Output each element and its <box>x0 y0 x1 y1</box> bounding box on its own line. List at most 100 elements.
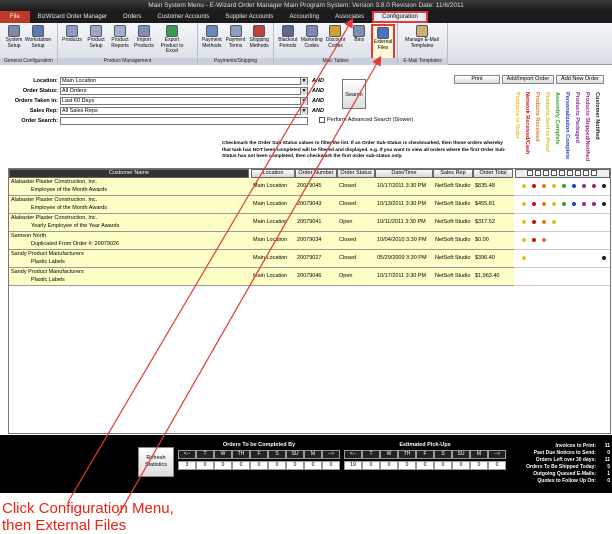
search-button[interactable]: Search <box>342 79 366 109</box>
col-customer-name[interactable]: Customer Name <box>9 169 249 178</box>
substatus-col: Products to Order <box>514 92 522 172</box>
day-label: SU <box>452 450 470 459</box>
table-row[interactable]: Alabaster Plaster Construction, Inc. Empl… <box>9 178 514 196</box>
day-count[interactable]: 0 <box>268 461 286 470</box>
and-label: AND <box>312 97 324 104</box>
substatus-dot <box>532 238 536 242</box>
add-import-order-button[interactable]: Add/Import Order <box>502 75 554 84</box>
orders-taken-label: Orders Taken in: <box>14 97 58 104</box>
stat-row[interactable]: Orders To Be Shipped Today: 5 <box>500 464 610 471</box>
orders-taken-select[interactable]: Last 60 Days ▼ <box>60 96 308 105</box>
table-row[interactable]: Samson North Duplicated From Order #: 200… <box>9 232 514 250</box>
order-description: Duplicated From Order #: 20079026 <box>31 241 120 247</box>
col-order-total[interactable]: Order Total <box>473 169 513 178</box>
table-row[interactable]: Alabaster Plaster Construction, Inc. Year… <box>9 214 514 232</box>
day-count[interactable]: 0 <box>250 461 268 470</box>
order-status-value: All Orders <box>62 87 87 94</box>
cell-order: 20079046 <box>297 273 322 279</box>
table-row[interactable]: Sandy Product Manufacturers Plastic Label… <box>9 250 514 268</box>
day-count[interactable]: 0 <box>286 461 304 470</box>
substatus-checkbox[interactable] <box>550 170 557 176</box>
day-count[interactable]: 0 <box>434 461 452 470</box>
substatus-checkbox[interactable] <box>526 170 533 176</box>
order-status-row: Order Status: All Orders ▼ AND <box>0 86 324 95</box>
refresh-statistics-button[interactable]: Refresh Statistics <box>138 447 174 477</box>
day-label: TH <box>232 450 250 459</box>
week-header: <-- T W TH F S SU M --> <box>178 450 340 459</box>
next-week-button[interactable]: --> <box>322 450 340 459</box>
prev-week-button[interactable]: <-- <box>344 450 362 459</box>
advanced-search-option[interactable]: Perform Advanced Search (Slower) <box>319 117 413 123</box>
location-value: Main Location <box>62 77 97 84</box>
day-count[interactable]: 0 <box>322 461 340 470</box>
day-count[interactable]: 0 <box>398 461 416 470</box>
blackout-periods-label: Blackout Periods <box>278 37 298 49</box>
order-status-select[interactable]: All Orders ▼ <box>60 86 308 95</box>
table-row[interactable]: Alabaster Plaster Construction, Inc. Empl… <box>9 196 514 214</box>
chevron-down-icon[interactable]: ▼ <box>300 97 307 105</box>
truck-icon <box>253 25 266 37</box>
stat-row[interactable]: Outgoing Queued E-Mails: 1 <box>500 471 610 478</box>
substatus-checkbox[interactable] <box>534 170 541 176</box>
day-count[interactable]: 0 <box>416 461 434 470</box>
cell-location: Main Location <box>253 183 288 189</box>
col-order-number[interactable]: Order Number <box>295 169 337 178</box>
substatus-checkbox[interactable] <box>542 170 549 176</box>
pickups-panel: Estimated Pick-Ups <-- T W TH F S SU M --> 19 0 0 0… <box>344 442 506 470</box>
add-new-order-button[interactable]: Add New Order <box>556 75 604 84</box>
sales-rep-row: Sales Rep: All Sales Reps ▼ AND <box>0 106 324 115</box>
group-label: E-Mail Templates <box>398 58 447 65</box>
substatus-checkbox[interactable] <box>574 170 581 176</box>
menu-associates[interactable]: Associates <box>327 11 372 23</box>
chevron-down-icon[interactable]: ▼ <box>300 107 307 115</box>
discount-codes-label: Discount Codes <box>325 37 346 49</box>
day-count[interactable]: 0 <box>452 461 470 470</box>
day-count[interactable]: 0 <box>380 461 398 470</box>
day-count[interactable]: 0 <box>214 461 232 470</box>
prev-week-button[interactable]: <-- <box>178 450 196 459</box>
day-count[interactable]: 19 <box>344 461 362 470</box>
substatus-checkbox[interactable] <box>582 170 589 176</box>
day-count[interactable]: 0 <box>304 461 322 470</box>
day-count[interactable]: 0 <box>196 461 214 470</box>
stat-row[interactable]: Invoices to Print: 11 <box>500 443 610 450</box>
advanced-search-checkbox[interactable] <box>319 117 325 123</box>
print-button[interactable]: Print <box>454 75 500 84</box>
location-label: Location: <box>33 77 58 84</box>
substatus-dot <box>532 202 536 206</box>
menu-configuration[interactable]: Configuration <box>372 11 428 23</box>
menu-customer-accounts[interactable]: Customer Accounts <box>149 11 217 23</box>
col-date-time[interactable]: Date/Time <box>375 169 433 178</box>
stat-label: Outgoing Queued E-Mails: <box>533 471 596 477</box>
menu-file[interactable]: File <box>0 11 30 23</box>
menu-supplier-accounts[interactable]: Supplier Accounts <box>217 11 281 23</box>
sales-rep-select[interactable]: All Sales Reps ▼ <box>60 106 308 115</box>
substatus-dot <box>582 184 586 188</box>
order-search-input[interactable] <box>60 116 308 125</box>
orders-taken-row: Orders Taken in: Last 60 Days ▼ AND <box>0 96 324 105</box>
chevron-down-icon[interactable]: ▼ <box>300 77 307 85</box>
table-row[interactable]: Sandy Product Manufacturers Plastic Label… <box>9 268 514 286</box>
col-order-status[interactable]: Order Status <box>337 169 375 178</box>
substatus-checkbox[interactable] <box>558 170 565 176</box>
substatus-dot <box>522 220 526 224</box>
menu-orders[interactable]: Orders <box>115 11 149 23</box>
day-count[interactable]: 3 <box>178 461 196 470</box>
stat-row[interactable]: Past Due Notices to Send: 0 <box>500 450 610 457</box>
day-count[interactable]: 0 <box>232 461 250 470</box>
menu-accounting[interactable]: Accounting <box>281 11 327 23</box>
col-sales-rep[interactable]: Sales Rep <box>433 169 473 178</box>
stat-label: Orders Left over 30 days: <box>535 457 596 463</box>
location-select[interactable]: Main Location ▼ <box>60 76 308 85</box>
day-count[interactable]: 0 <box>470 461 488 470</box>
substatus-checkbox[interactable] <box>590 170 597 176</box>
day-count[interactable]: 0 <box>362 461 380 470</box>
stat-row[interactable]: Quotes to Follow Up On: 0 <box>500 478 610 485</box>
substatus-checkboxes[interactable] <box>515 169 610 178</box>
col-location[interactable]: Location <box>251 169 295 178</box>
substatus-checkbox[interactable] <box>566 170 573 176</box>
menu-bizwizard[interactable]: BizWizard Order Manager <box>30 11 115 23</box>
stat-row[interactable]: Orders Left over 30 days: 11 <box>500 457 610 464</box>
chevron-down-icon[interactable]: ▼ <box>300 87 307 95</box>
stat-label: Orders To Be Shipped Today: <box>526 464 596 470</box>
